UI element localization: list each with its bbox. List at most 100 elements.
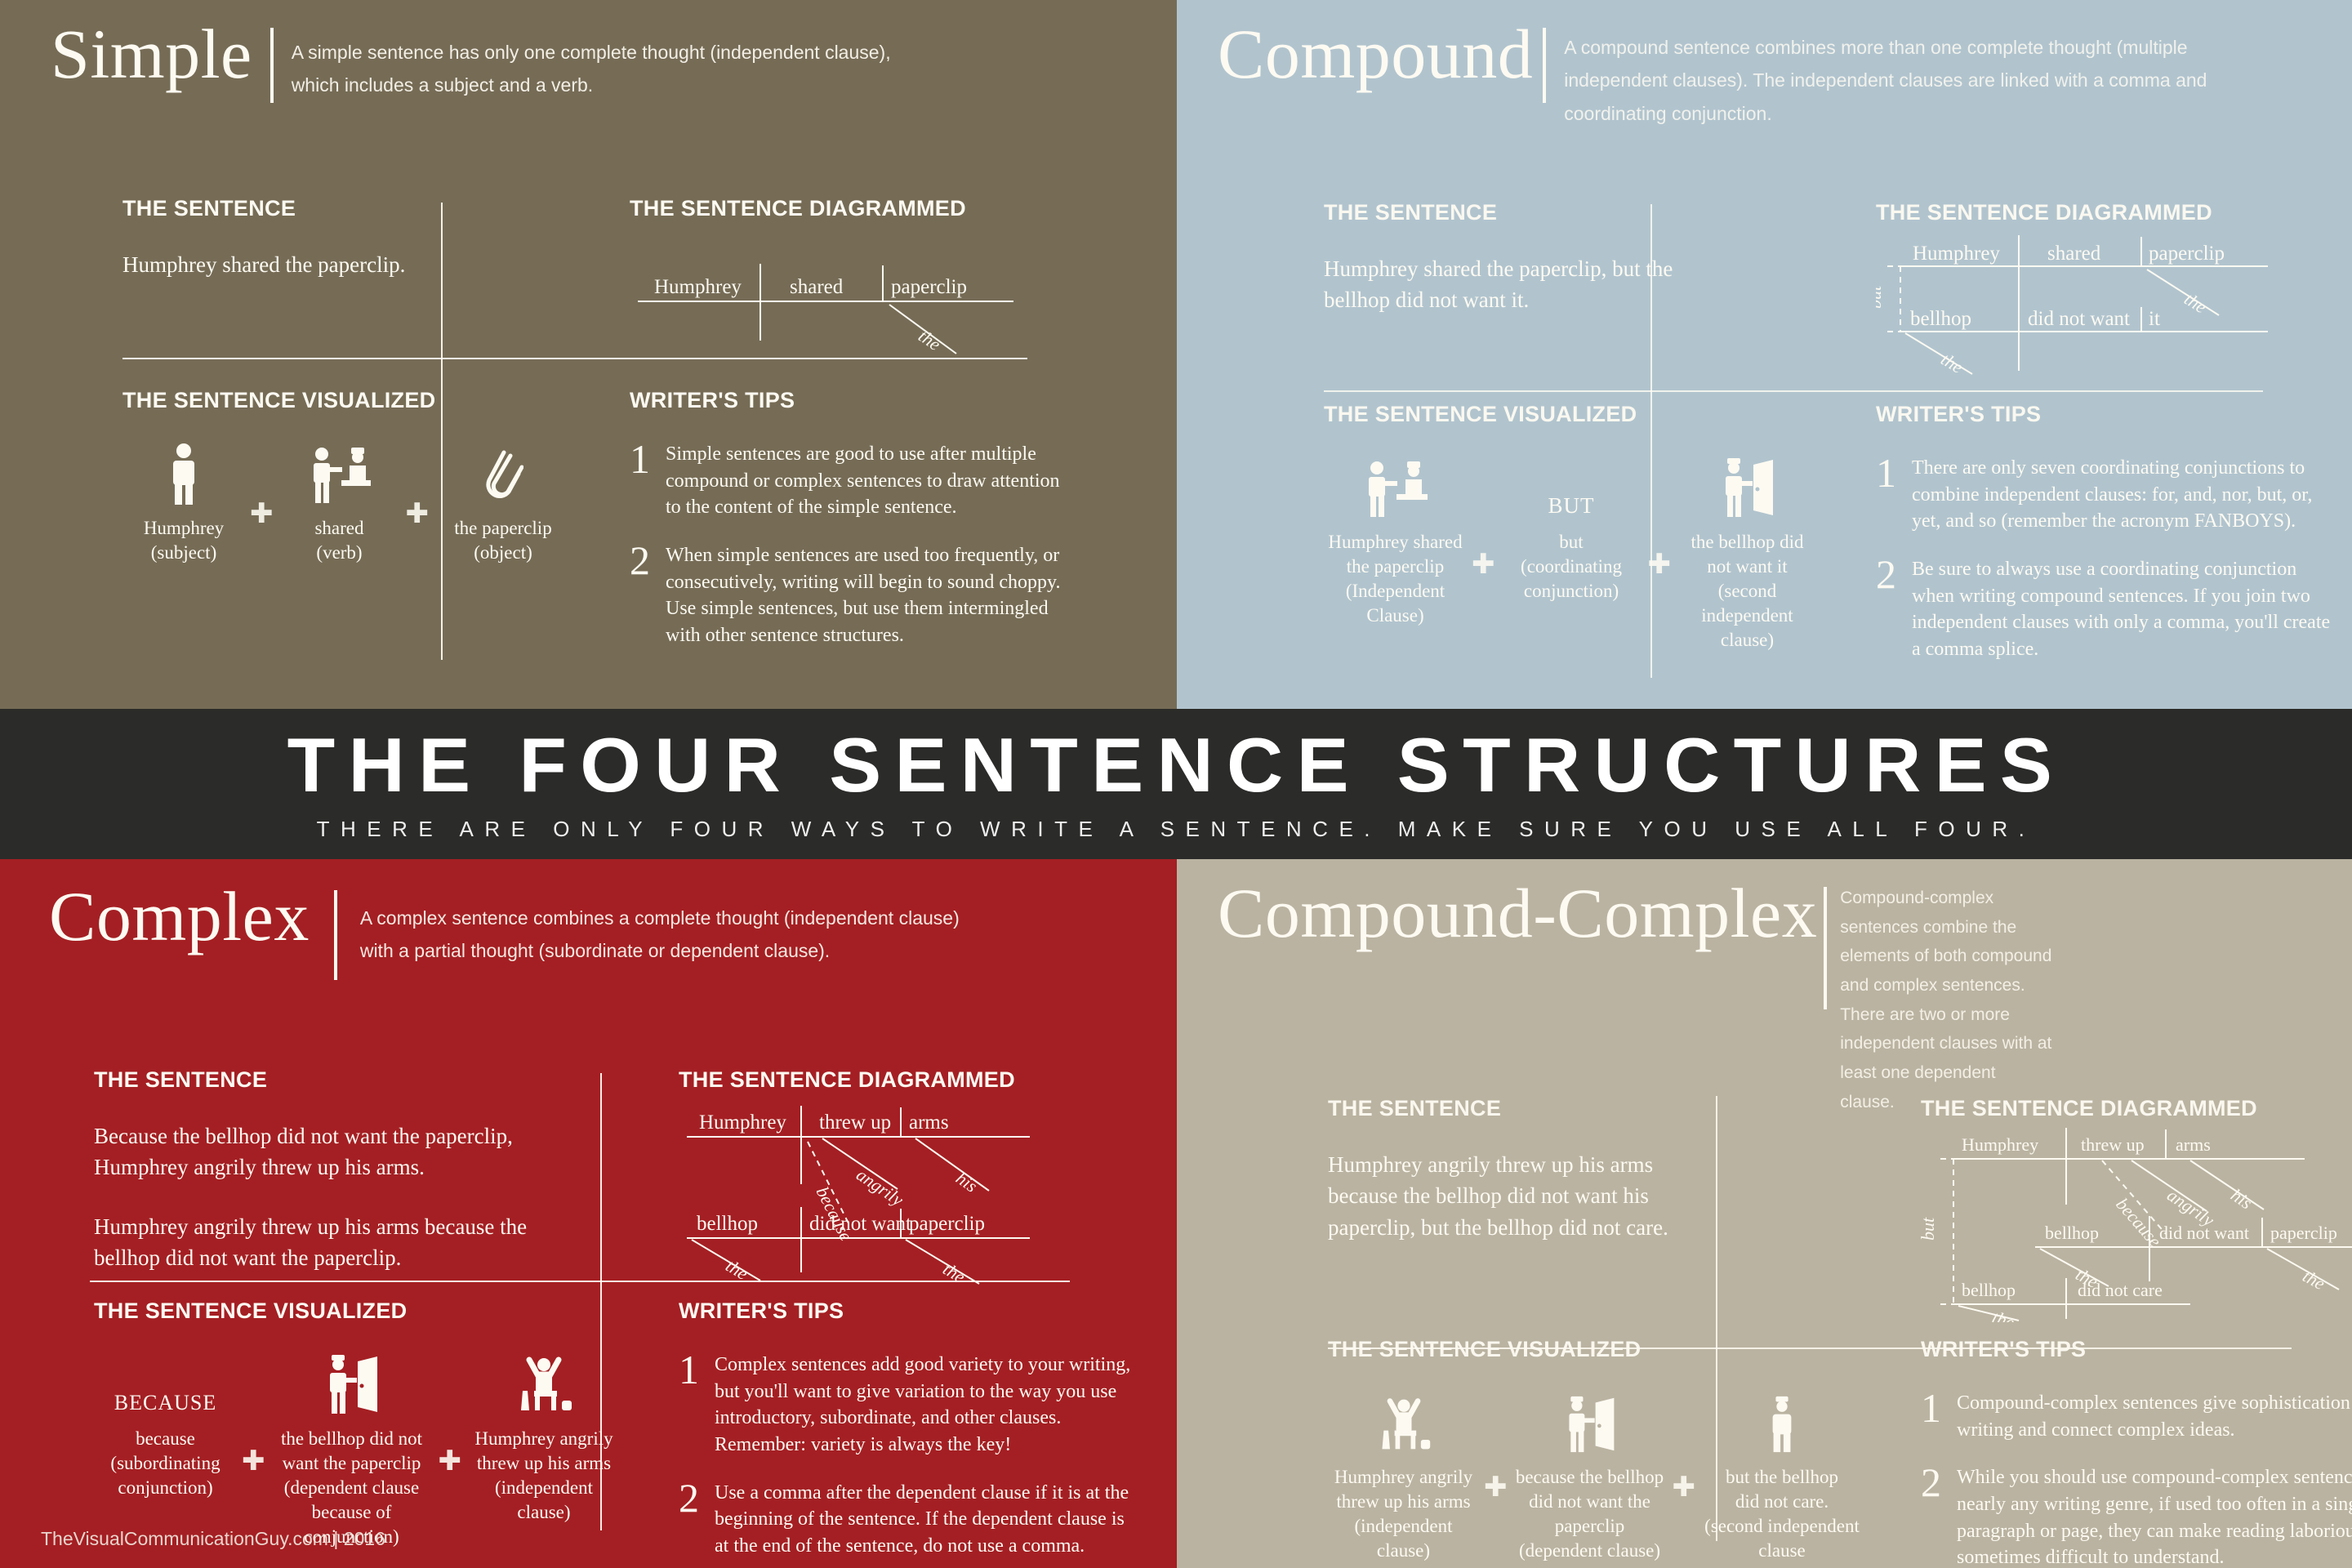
panel-the-sentence: THE SENTENCE Because the bellhop did not… <box>94 1067 649 1287</box>
panel-the-sentence: THE SENTENCE Humphrey angrily threw up h… <box>1328 1096 1891 1322</box>
complex-title: Complex <box>49 877 310 956</box>
svg-text:Humphrey: Humphrey <box>699 1111 786 1134</box>
quadrant-compound-complex: Compound-Complex Compound-complex senten… <box>1177 859 2352 1568</box>
svg-text:but: but <box>1876 285 1885 309</box>
visual-label-object: the paperclip (object) <box>454 518 552 563</box>
svg-text:did not care: did not care <box>2078 1280 2163 1300</box>
section-heading-sentence: THE SENTENCE <box>1328 1096 1502 1120</box>
person-sharing-at-desk-icon <box>309 441 371 505</box>
section-heading-diagrammed: THE SENTENCE DIAGRAMMED <box>1921 1096 2257 1120</box>
bellhop-at-door-icon <box>1717 455 1778 519</box>
plus-icon: ✚ <box>250 497 274 529</box>
compound-sentence-text: Humphrey shared the paperclip, but the b… <box>1324 256 1673 313</box>
simple-visual-row: Humphrey (subject) ✚ shared (verb) ✚ the… <box>122 441 572 565</box>
tip-number: 1 <box>1876 450 1896 496</box>
tip-item: 1 Compound-complex sentences give sophis… <box>1921 1385 2352 1443</box>
visual-item-dependent-clause: the bellhop did not want the paperclip (… <box>270 1352 434 1548</box>
tip-item: 2 While you should use compound-complex … <box>1921 1462 2352 1568</box>
tip-item: 2 When simple sentences are used too fre… <box>630 540 1071 649</box>
svg-text:bellhop: bellhop <box>1910 308 1971 330</box>
section-heading-diagrammed: THE SENTENCE DIAGRAMMED <box>1876 200 2212 225</box>
tip-number: 2 <box>1876 550 1896 597</box>
tip-number: 1 <box>630 436 650 482</box>
section-heading-diagrammed: THE SENTENCE DIAGRAMMED <box>630 196 966 220</box>
plus-icon: ✚ <box>1647 548 1672 580</box>
angry-person-arms-up-icon <box>513 1352 575 1415</box>
complex-sentence-diagram: Humphrey threw up arms angrily his becau… <box>687 1106 1030 1287</box>
svg-text:shared: shared <box>2047 243 2101 265</box>
title-divider <box>333 890 337 980</box>
panel-the-sentence-visualized: THE SENTENCE VISUALIZED <box>1324 389 1846 684</box>
visual-label-conjunction: because (subordinating conjunction) <box>110 1428 220 1498</box>
section-heading-diagrammed: THE SENTENCE DIAGRAMMED <box>679 1067 1015 1092</box>
banner-subtitle: THERE ARE ONLY FOUR WAYS TO WRITE A SENT… <box>316 816 2036 841</box>
because-word-label: BECAUSE <box>114 1391 217 1414</box>
section-heading-tips: WRITER'S TIPS <box>1921 1337 2087 1361</box>
complex-panels: THE SENTENCE Because the bellhop did not… <box>94 1067 1130 1557</box>
svg-text:it: it <box>2149 308 2160 330</box>
panel-writers-tips: WRITER'S TIPS 1 Simple sentences are goo… <box>600 372 1098 670</box>
visual-item-second-independent-clause: but the bellhop did not care. (second in… <box>1700 1390 1864 1563</box>
svg-text:the: the <box>915 325 944 354</box>
infographic-poster: Simple A simple sentence has only one co… <box>0 0 2352 1568</box>
tip-text: When simple sentences are used too frequ… <box>666 544 1061 646</box>
bellhop-at-door-icon <box>322 1352 382 1415</box>
svg-text:paperclip: paperclip <box>2149 243 2225 265</box>
visual-item-object: the paperclip (object) <box>434 441 572 565</box>
tip-text: Complex sentences add good variety to yo… <box>715 1354 1131 1455</box>
plus-icon: ✚ <box>438 1445 462 1477</box>
simple-panels: THE SENTENCE Humphrey shared the papercl… <box>122 196 1070 662</box>
bellhop-standing-icon <box>1763 1390 1801 1454</box>
visual-label-second-clause: the bellhop did not want it (second inde… <box>1690 532 1804 650</box>
visual-label-independent-clause: Humphrey angrily threw up his arms (inde… <box>1334 1467 1473 1561</box>
section-heading-tips: WRITER'S TIPS <box>630 388 795 412</box>
section-heading-visualized: THE SENTENCE VISUALIZED <box>1328 1337 1642 1361</box>
title-divider <box>1824 887 1828 1009</box>
banner-title: THE FOUR SENTENCE STRUCTURES <box>287 721 2065 808</box>
plus-icon: ✚ <box>242 1445 265 1477</box>
section-heading-tips: WRITER'S TIPS <box>679 1298 844 1323</box>
section-heading-visualized: THE SENTENCE VISUALIZED <box>1324 402 1637 426</box>
compound-header: Compound A compound sentence combines mo… <box>1177 0 2352 130</box>
panel-the-sentence-visualized: THE SENTENCE VISUALIZED Humphrey (subjec… <box>122 372 600 670</box>
svg-text:paperclip: paperclip <box>2270 1223 2337 1243</box>
panel-writers-tips: WRITER'S TIPS 1 There are only seven coo… <box>1846 389 2352 684</box>
svg-text:Humphrey: Humphrey <box>1913 243 2000 265</box>
but-word-label: BUT <box>1548 493 1595 518</box>
tip-number: 1 <box>1921 1385 1941 1431</box>
compound-complex-title: Compound-Complex <box>1218 874 1818 952</box>
bellhop-at-door-icon <box>1560 1390 1620 1454</box>
svg-text:bellhop: bellhop <box>697 1213 758 1235</box>
panel-the-sentence: THE SENTENCE Humphrey shared the papercl… <box>122 196 600 372</box>
section-heading-sentence: THE SENTENCE <box>122 196 296 220</box>
compound-complex-sentence-text: Humphrey angrily threw up his arms becau… <box>1328 1152 1668 1240</box>
section-heading-sentence: THE SENTENCE <box>94 1067 268 1092</box>
credit-line: TheVisualCommunicationGuy.com | 2016 <box>41 1528 385 1549</box>
plus-icon: ✚ <box>405 497 430 529</box>
svg-text:bellhop: bellhop <box>2045 1223 2099 1243</box>
svg-text:the: the <box>1989 1307 2017 1322</box>
compound-complex-sentence-diagram: Humphrey threw up arms angrily his becau… <box>1921 1128 2352 1322</box>
visual-label-subject: Humphrey (subject) <box>143 518 225 563</box>
visual-item-verb: shared (verb) <box>278 441 401 565</box>
plus-icon: ✚ <box>1672 1471 1696 1503</box>
section-heading-sentence: THE SENTENCE <box>1324 200 1498 225</box>
svg-text:Humphrey: Humphrey <box>654 276 742 298</box>
section-heading-visualized: THE SENTENCE VISUALIZED <box>94 1298 408 1323</box>
compound-title: Compound <box>1218 15 1534 93</box>
compound-panels: THE SENTENCE Humphrey shared the papercl… <box>1324 200 2330 684</box>
complex-sentence-text-2: Humphrey angrily threw up his arms becau… <box>94 1214 528 1270</box>
tip-text: While you should use compound-complex se… <box>1957 1467 2352 1568</box>
visual-item-independent-clause: Humphrey angrily threw up his arms (inde… <box>466 1352 621 1525</box>
quadrant-simple: Simple A simple sentence has only one co… <box>0 0 1177 709</box>
svg-text:arms: arms <box>909 1111 949 1134</box>
panel-the-sentence: THE SENTENCE Humphrey shared the papercl… <box>1324 200 1846 389</box>
visual-item-conjunction: BECAUSE because (subordinating conjuncti… <box>94 1352 237 1500</box>
visual-label-second-independent-clause: but the bellhop did not care. (second in… <box>1704 1467 1860 1561</box>
title-divider <box>270 28 274 103</box>
angry-person-arms-up-icon <box>1373 1390 1435 1454</box>
svg-text:Humphrey: Humphrey <box>1962 1134 2038 1155</box>
compound-sentence-diagram: Humphrey shared paperclip the bellhop di… <box>1876 235 2268 377</box>
quadrant-compound: Compound A compound sentence combines mo… <box>1177 0 2352 709</box>
panel-the-sentence-visualized: THE SENTENCE VISUALIZED <box>1328 1322 1891 1568</box>
